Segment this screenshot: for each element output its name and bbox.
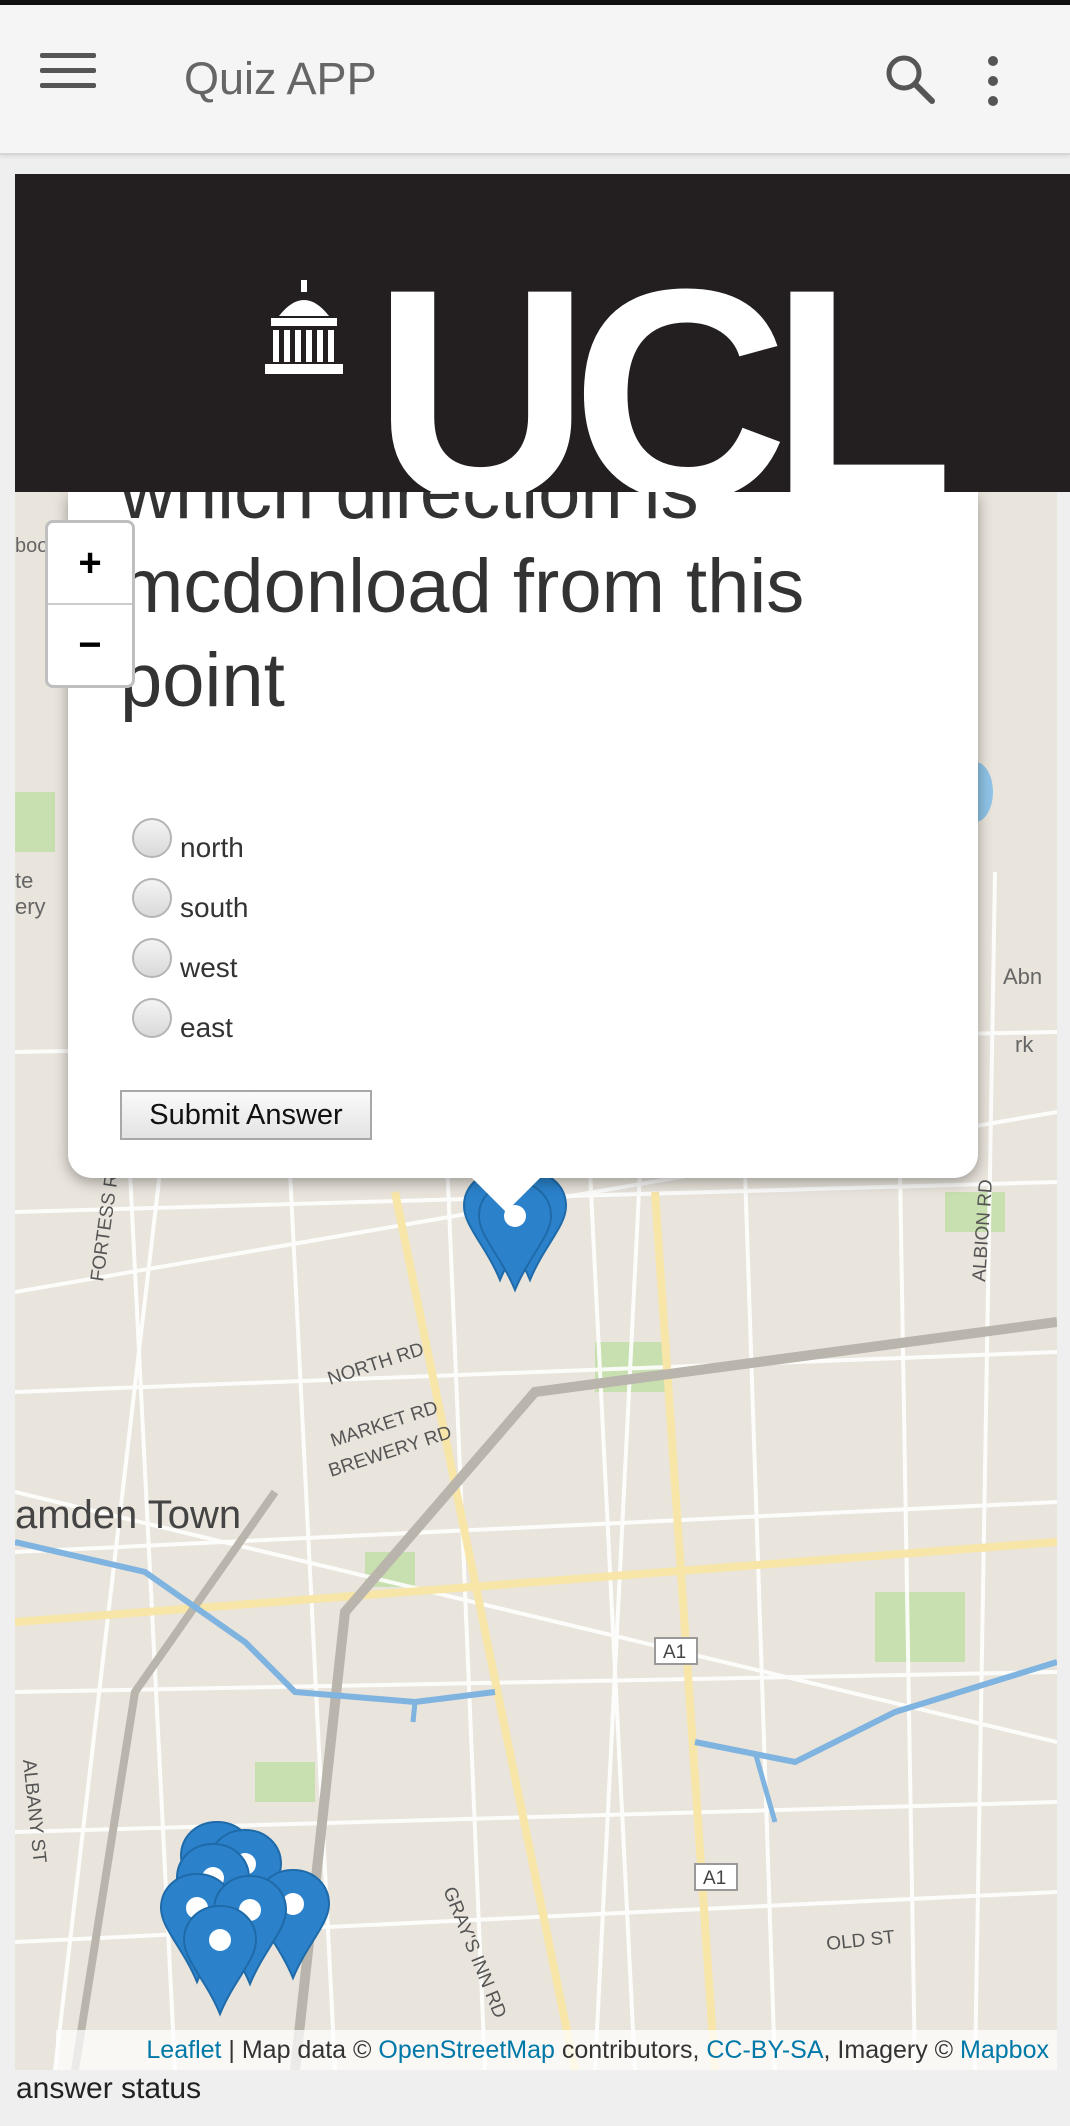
attribution-text-1: | Map data © bbox=[221, 2036, 379, 2064]
attribution-text-3: , Imagery © bbox=[823, 2036, 961, 2064]
map-label-rk: rk bbox=[1015, 1032, 1034, 1057]
question-text: which direction is mcdonload from this p… bbox=[120, 492, 805, 723]
ucl-logo-banner: UCL bbox=[15, 174, 1070, 492]
cc-by-sa-link[interactable]: CC-BY-SA bbox=[706, 2036, 823, 2064]
option-label-south: south bbox=[180, 892, 249, 923]
popup-tip bbox=[470, 1176, 542, 1212]
map-view[interactable]: amden Town NORTH RD MARKET RD BREWERY RD… bbox=[15, 492, 1057, 2070]
submit-answer-button[interactable]: Submit Answer bbox=[120, 1090, 372, 1140]
question-popup: which direction is mcdonload from this p… bbox=[68, 492, 978, 1178]
map-label-camden: amden Town bbox=[15, 1493, 241, 1537]
radio-east[interactable] bbox=[132, 998, 172, 1038]
option-label-east: east bbox=[180, 1012, 233, 1043]
map-road-badge-a1: A1 bbox=[663, 1642, 686, 1663]
more-options-icon[interactable] bbox=[980, 53, 1006, 109]
app-bar: Quiz APP bbox=[0, 5, 1070, 155]
ucl-logo-text: UCL bbox=[373, 226, 954, 492]
mapbox-link[interactable]: Mapbox bbox=[960, 2036, 1049, 2064]
option-label-north: north bbox=[180, 832, 244, 863]
search-icon[interactable] bbox=[880, 49, 940, 109]
hamburger-menu-icon[interactable] bbox=[40, 53, 96, 101]
map-label-abn: Abn bbox=[1003, 964, 1042, 989]
map-label-ery: ery bbox=[15, 894, 46, 919]
leaflet-link[interactable]: Leaflet bbox=[146, 2036, 221, 2064]
map-label-boo: boo bbox=[15, 535, 48, 557]
attribution-text-2: contributors, bbox=[554, 2036, 707, 2064]
ucl-portico-icon bbox=[265, 280, 343, 374]
map-attribution: Leaflet | Map data © OpenStreetMap contr… bbox=[56, 2030, 1057, 2070]
radio-north[interactable] bbox=[132, 818, 172, 858]
map-road-badge-a1-2: A1 bbox=[703, 1868, 726, 1889]
radio-west[interactable] bbox=[132, 938, 172, 978]
zoom-control: + − bbox=[45, 520, 135, 688]
radio-south[interactable] bbox=[132, 878, 172, 918]
zoom-out-button[interactable]: − bbox=[48, 603, 132, 685]
option-label-west: west bbox=[180, 952, 238, 983]
openstreetmap-link[interactable]: OpenStreetMap bbox=[378, 2036, 555, 2064]
map-label-te: te bbox=[15, 868, 33, 893]
answer-status-text: answer status bbox=[16, 2072, 202, 2105]
app-title: Quiz APP bbox=[184, 53, 377, 104]
zoom-in-button[interactable]: + bbox=[48, 523, 132, 603]
